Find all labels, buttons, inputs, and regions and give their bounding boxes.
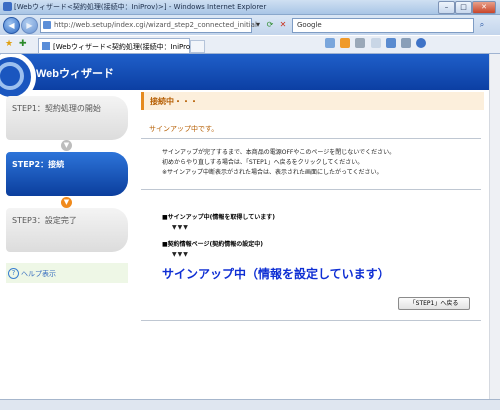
address-url: http://web.setup/index.cgi/wizard_step2_… [54,21,257,29]
divider [141,320,481,321]
step-label: STEP2：接続 [12,160,65,169]
step-label: STEP1：契約処理の開始 [12,104,101,113]
dropdown-icon[interactable]: ▾ [252,19,264,31]
command-bar [325,38,429,51]
info-line: サインアップが完了するまで、本商品の電源OFFやこのページを閉じないでください。 [162,149,396,156]
page-title: Webウィザード [36,68,115,80]
sidebar-step-3: STEP3：設定完了 [6,208,128,252]
help-question-icon: ? [8,268,19,279]
forward-arrow-icon[interactable]: ▶ [21,17,38,34]
browser-tab[interactable]: [Webウィザード<契約処理(接続中：IniProv)>] [38,38,206,53]
tab-label: [Webウィザード<契約処理(接続中：IniProv)>] [53,43,206,51]
home-icon[interactable] [325,38,335,48]
divider [141,138,481,139]
favorites-star-icon[interactable]: ★ [5,39,13,49]
feeds-icon[interactable] [340,38,351,48]
refresh-icon[interactable]: ⟳ [264,19,276,31]
step-label: STEP3：設定完了 [12,216,77,225]
sidebar-step-1: STEP1：契約処理の開始 [6,96,128,140]
progress-item: ■契約情報ページ(契約情報の設定中) [162,241,264,248]
print-icon[interactable] [355,38,366,48]
progress-marker: ▼▼▼ [172,251,189,258]
progress-marker: ▼▼▼ [172,224,189,231]
divider [141,189,481,190]
info-line: 初めからやり直しする場合は、「STEP1」へ戻るをクリックしてください。 [162,159,364,166]
address-field[interactable]: http://web.setup/index.cgi/wizard_step2_… [40,18,257,33]
page-icon [43,21,51,29]
vertical-scrollbar[interactable] [489,54,500,399]
step-arrow-down-icon: ▼ [61,140,72,151]
add-favorites-icon[interactable]: ✚ [19,39,27,49]
maximize-button[interactable]: □ [455,1,472,14]
search-icon[interactable]: ⌕ [476,19,488,31]
status-title: 接続中・・・ [150,97,198,106]
help-icon[interactable] [416,38,427,48]
header-banner: Webウィザード [0,54,489,102]
title-bar: [Webウィザード<契約処理(接続中：IniProv)>] - Windows … [0,0,500,15]
back-arrow-icon[interactable]: ◀ [3,17,20,34]
sidebar-step-2: STEP2：接続 [6,152,128,196]
step-arrow-down-icon: ▼ [61,197,72,208]
address-row: ◀ ▶ http://web.setup/index.cgi/wizard_st… [0,15,500,35]
signup-status-message: サインアップ中（情報を設定しています） [162,267,390,281]
tab-favicon [42,42,50,50]
help-label: ヘルプ表示 [21,270,56,278]
progress-item: ■サインアップ中(情報を取得しています) [162,214,275,221]
info-line: ※サインアップ中断表示がされた場合は、表示された画面にしたがってください。 [162,169,383,176]
page-content: Webウィザード STEP1：契約処理の開始 ▼ STEP2：接続 ▼ STEP… [0,54,489,399]
tools-icon[interactable] [401,38,412,48]
search-placeholder: Google [297,21,322,29]
signing-up-text: サインアップ中です。 [149,125,219,133]
close-button[interactable]: ✕ [472,1,496,14]
new-tab-button[interactable] [190,40,205,53]
search-input[interactable]: Google [292,18,474,33]
safety-icon[interactable] [385,38,396,48]
status-header: 接続中・・・ [141,92,484,110]
page-menu-icon[interactable] [370,38,381,48]
minimize-button[interactable]: – [438,1,455,14]
stop-icon[interactable]: ✕ [277,19,289,31]
window-title: [Webウィザード<契約処理(接続中：IniProv)>] - Windows … [14,3,267,11]
status-bar [0,399,500,410]
back-to-step1-button[interactable]: 「STEP1」へ戻る [398,297,470,310]
help-link[interactable]: ? ヘルプ表示 [6,263,128,283]
ie-icon [3,2,12,11]
